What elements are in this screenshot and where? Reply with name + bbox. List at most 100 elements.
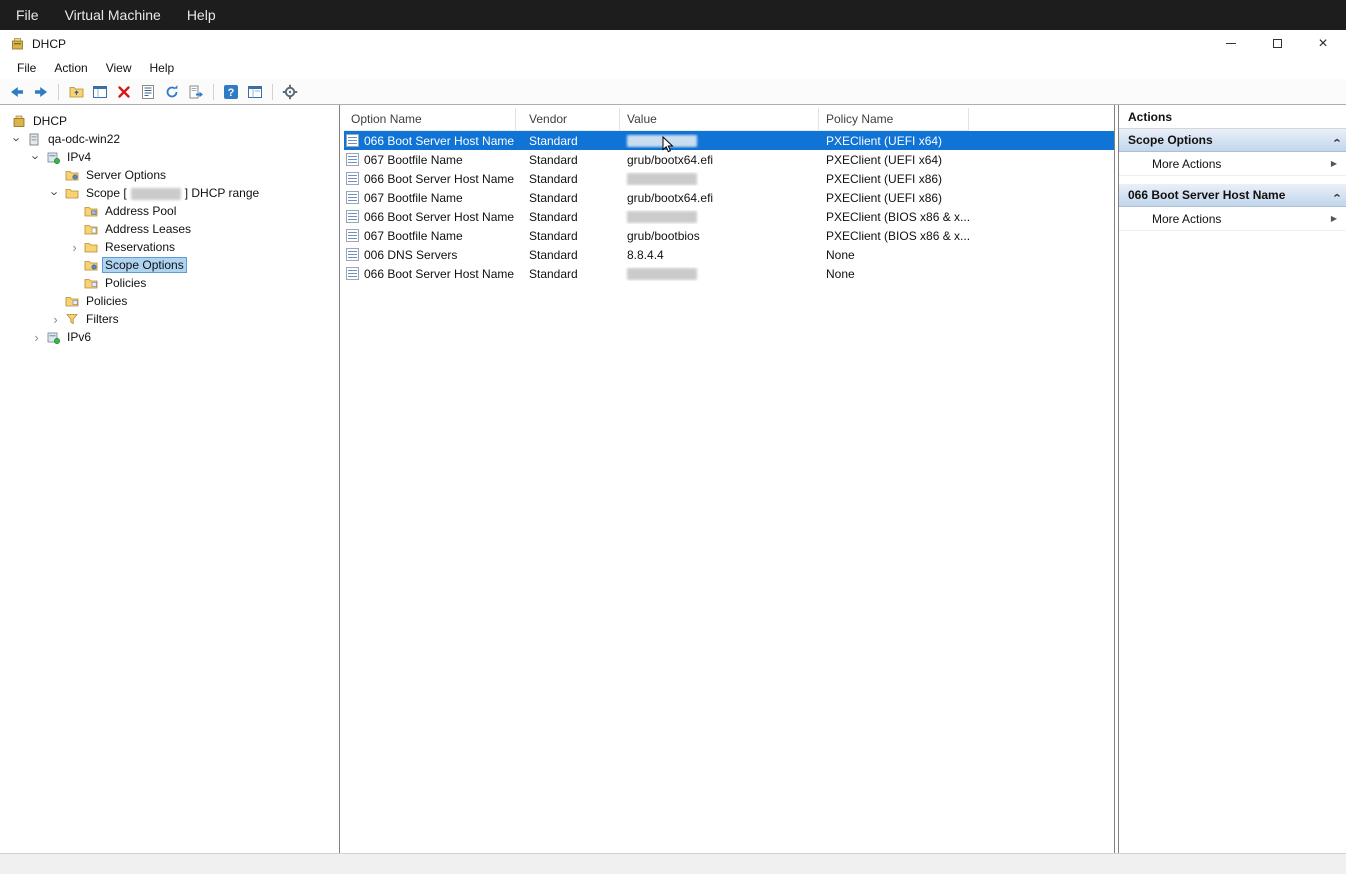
ipv4-icon [44, 151, 61, 164]
tree-item-scope-policies[interactable]: Policies [0, 274, 339, 292]
scope-folder-icon [63, 187, 80, 199]
tree-item-address-pool[interactable]: Address Pool [0, 202, 339, 220]
option-row[interactable]: 066 Boot Server Host Name Standard PXECl… [344, 169, 1114, 188]
maximize-button[interactable] [1254, 30, 1300, 57]
tree-item-address-leases[interactable]: Address Leases [0, 220, 339, 238]
export-list-button[interactable] [185, 81, 207, 103]
server-icon [25, 133, 42, 146]
reservations-folder-icon [82, 241, 99, 253]
option-row[interactable]: 067 Bootfile Name Standard grub/bootx64.… [344, 188, 1114, 207]
more-actions-item[interactable]: More Actions ▶ [1119, 207, 1346, 231]
minimize-button[interactable] [1208, 30, 1254, 57]
tree-item-filters[interactable]: › Filters [0, 310, 339, 328]
vm-menu-help[interactable]: Help [174, 0, 229, 30]
option-row[interactable]: 006 DNS Servers Standard 8.8.4.4 None [344, 245, 1114, 264]
tree-item-scope[interactable]: › Scope [] DHCP range [0, 184, 339, 202]
policy-name-cell: None [819, 248, 969, 262]
forward-icon [33, 84, 49, 100]
column-header-vendor[interactable]: Vendor [516, 108, 620, 131]
maximize-icon [1273, 39, 1282, 48]
collapse-chevron-icon[interactable]: › [1334, 188, 1338, 203]
configure-button[interactable] [279, 81, 301, 103]
help-button[interactable]: ? [220, 81, 242, 103]
option-name: 006 DNS Servers [364, 248, 457, 262]
tree-item-scope-options[interactable]: Scope Options [0, 256, 339, 274]
action-group-boot-server-host-name: 066 Boot Server Host Name › More Actions… [1119, 184, 1346, 231]
tree-item-label: IPv6 [64, 329, 94, 345]
expander-icon[interactable]: › [29, 151, 44, 164]
option-icon [346, 134, 359, 147]
vm-menu-virtual-machine[interactable]: Virtual Machine [52, 0, 174, 30]
forward-button[interactable] [30, 81, 52, 103]
tree-item-label: Filters [83, 311, 122, 327]
tree-item-dhcp-root[interactable]: DHCP [0, 112, 339, 130]
value-cell [620, 210, 819, 224]
option-icon [346, 172, 359, 185]
column-header-option-name[interactable]: Option Name [344, 108, 516, 131]
value-cell [620, 134, 819, 148]
close-button[interactable]: × [1300, 30, 1346, 57]
show-console-tree-button[interactable] [89, 81, 111, 103]
option-row[interactable]: 067 Bootfile Name Standard grub/bootbios… [344, 226, 1114, 245]
option-row[interactable]: 067 Bootfile Name Standard grub/bootx64.… [344, 150, 1114, 169]
option-rows: 066 Boot Server Host Name Standard PXECl… [344, 131, 1114, 283]
collapse-chevron-icon[interactable]: › [1334, 133, 1338, 148]
menu-action[interactable]: Action [45, 61, 96, 75]
menu-view[interactable]: View [97, 61, 141, 75]
svg-text:?: ? [228, 87, 235, 99]
actions-pane: Actions Scope Options › More Actions ▶ 0… [1118, 105, 1346, 853]
console-tree-pane: DHCP › qa-odc-win22 › IPv4 Server Option… [0, 105, 340, 853]
vendor-cell: Standard [516, 267, 620, 281]
back-button[interactable] [6, 81, 28, 103]
option-row[interactable]: 066 Boot Server Host Name Standard PXECl… [344, 207, 1114, 226]
menu-help[interactable]: Help [141, 61, 184, 75]
tree-item-ipv6[interactable]: › IPv6 [0, 328, 339, 346]
tree-item-ipv4[interactable]: › IPv4 [0, 148, 339, 166]
address-pool-icon [82, 205, 99, 217]
expander-icon[interactable]: › [67, 241, 82, 254]
vm-menubar: File Virtual Machine Help [0, 0, 1346, 30]
vendor-cell: Standard [516, 191, 620, 205]
column-header-value[interactable]: Value [620, 108, 819, 131]
tree-item-label: DHCP [30, 113, 70, 129]
option-row[interactable]: 066 Boot Server Host Name Standard None [344, 264, 1114, 283]
tree-item-ipv4-policies[interactable]: Policies [0, 292, 339, 310]
close-icon: × [1318, 36, 1327, 52]
tree-item-label: Reservations [102, 239, 178, 255]
toolbar-separator [213, 84, 214, 100]
tree-item-server[interactable]: › qa-odc-win22 [0, 130, 339, 148]
toolbar: ? [0, 79, 1346, 105]
option-icon [346, 191, 359, 204]
option-name-cell: 066 Boot Server Host Name [344, 134, 516, 148]
refresh-button[interactable] [161, 81, 183, 103]
minimize-icon [1226, 43, 1236, 44]
properties-button[interactable] [137, 81, 159, 103]
expander-icon[interactable]: › [48, 187, 63, 200]
tree-item-reservations[interactable]: › Reservations [0, 238, 339, 256]
up-one-level-button[interactable] [65, 81, 87, 103]
console-menubar: File Action View Help [0, 57, 1346, 79]
policy-name-cell: PXEClient (BIOS x86 & x... [819, 210, 969, 224]
option-row[interactable]: 066 Boot Server Host Name Standard PXECl… [344, 131, 1114, 150]
action-group-gap [1119, 176, 1346, 184]
expander-icon[interactable]: › [48, 313, 63, 326]
vendor-cell: Standard [516, 248, 620, 262]
redacted-value [627, 268, 697, 280]
export-list-icon [188, 84, 204, 100]
action-group-header[interactable]: 066 Boot Server Host Name › [1119, 184, 1346, 207]
more-actions-item[interactable]: More Actions ▶ [1119, 152, 1346, 176]
menu-file[interactable]: File [8, 61, 45, 75]
expander-icon[interactable]: › [10, 133, 25, 146]
action-group-header[interactable]: Scope Options › [1119, 129, 1346, 152]
tree-item-label: Policies [102, 275, 149, 291]
column-header-policy-name[interactable]: Policy Name [819, 108, 969, 131]
refresh-icon [164, 84, 180, 100]
vm-menu-file[interactable]: File [3, 0, 52, 30]
option-icon [346, 229, 359, 242]
expander-icon[interactable]: › [29, 331, 44, 344]
value-cell: grub/bootx64.efi [620, 191, 819, 205]
console-window-button[interactable] [244, 81, 266, 103]
tree-item-server-options[interactable]: Server Options [0, 166, 339, 184]
delete-button[interactable] [113, 81, 135, 103]
redacted-scope-address [131, 188, 181, 200]
